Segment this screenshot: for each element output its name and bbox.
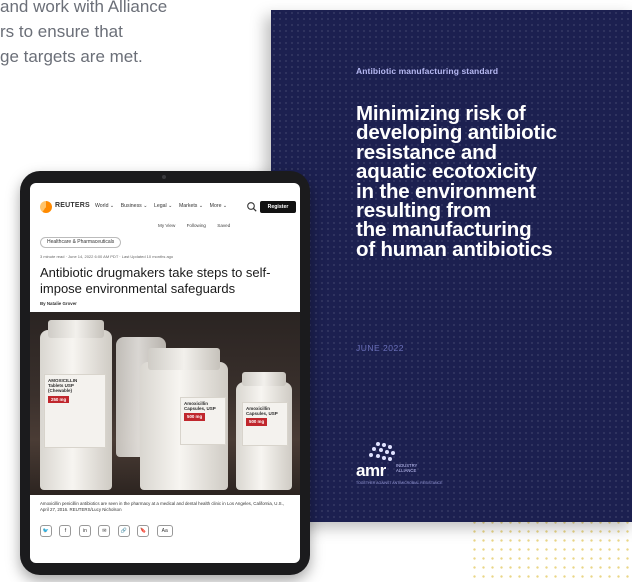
byline[interactable]: By Natalie Grover (40, 301, 77, 306)
cover-title-line: aquatic ecotoxicity (356, 160, 537, 184)
share-bar: 🐦 f in ✉ 🔗 🔖 Aa (40, 525, 176, 537)
bottle-label-center: Amoxicillin Capsules, USP 500 mg (180, 397, 226, 445)
linkedin-icon[interactable]: in (78, 525, 91, 537)
intro-line: and work with Alliance (0, 0, 168, 16)
cover-title: Minimizing risk of developing antibiotic… (356, 103, 626, 261)
text-size-icon[interactable]: Aa (156, 525, 173, 537)
logo-tagline: TOGETHER AGAINST ANTIMICROBIAL RESISTANC… (356, 481, 443, 485)
nav-item-more[interactable]: More ⌄ (210, 203, 228, 209)
cover-title-line: developing antibiotic (356, 121, 557, 145)
intro-line: ge targets are met. (0, 47, 143, 66)
link-icon[interactable]: 🔗 (117, 525, 130, 537)
reuters-logo-icon[interactable] (40, 201, 52, 213)
article-screen: REUTERS World ⌄ Business ⌄ Legal ⌄ Marke… (30, 183, 300, 563)
label-line: Capsules, USP (246, 411, 278, 417)
register-button[interactable]: Register (260, 201, 296, 213)
search-icon[interactable] (246, 201, 258, 213)
label-line: Capsules, USP (184, 406, 216, 412)
bottle-cap (242, 372, 286, 386)
label-line: (Chewable) (48, 388, 73, 394)
bottle-label-left: AMOXICILLIN Tablets USP (Chewable) 250 m… (44, 374, 106, 448)
tablet-device: REUTERS World ⌄ Business ⌄ Legal ⌄ Marke… (20, 171, 310, 575)
cover-title-line: the manufacturing (356, 218, 532, 242)
logo-wordmark: amr (356, 461, 386, 480)
amr-alliance-logo: amr INDUSTRY ALLIANCE TOGETHER AGAINST A… (356, 442, 442, 485)
brand-name[interactable]: REUTERS (55, 202, 90, 209)
cover-title-line: of human antibiotics (356, 237, 553, 261)
photo-caption: Amoxicillin penicillin antibiotics are s… (40, 501, 285, 513)
intro-text: and work with Alliance rs to ensure that… (0, 0, 270, 69)
report-cover[interactable]: Antibiotic manufacturing standard Minimi… (271, 10, 632, 522)
label-line: 500 mg (246, 418, 268, 426)
logo-dots-icon (368, 442, 398, 462)
facebook-icon[interactable]: f (59, 525, 72, 537)
label-line: 250 mg (48, 395, 70, 403)
bottle-label-right: Amoxicillin Capsules, USP 500 mg (242, 402, 288, 446)
cover-kicker: Antibiotic manufacturing standard (356, 66, 499, 76)
nav-item-markets[interactable]: Markets ⌄ (179, 203, 203, 209)
cover-date: JUNE 2022 (356, 343, 404, 353)
nav-item-legal[interactable]: Legal ⌄ (154, 203, 172, 209)
bookmark-icon[interactable]: 🔖 (137, 525, 150, 537)
twitter-icon[interactable]: 🐦 (40, 525, 52, 537)
label-line: 500 mg (184, 413, 206, 421)
article-meta: 3 minute read · June 14, 2022 6:00 AM PD… (40, 254, 174, 259)
user-nav: My View Following Saved (158, 223, 240, 228)
main-nav: World ⌄ Business ⌄ Legal ⌄ Markets ⌄ Mor… (95, 203, 232, 209)
bottle-cap (148, 348, 220, 370)
following-link[interactable]: Following (187, 223, 206, 228)
saved-link[interactable]: Saved (217, 223, 230, 228)
nav-item-world[interactable]: World ⌄ (95, 203, 114, 209)
my-view-link[interactable]: My View (158, 223, 175, 228)
bottle-cap (48, 320, 104, 338)
category-tag[interactable]: Healthcare & Pharmaceuticals (40, 237, 122, 248)
site-header: REUTERS World ⌄ Business ⌄ Legal ⌄ Marke… (30, 199, 300, 217)
email-icon[interactable]: ✉ (98, 525, 111, 537)
article-headline: Antibiotic drugmakers take steps to self… (40, 265, 271, 296)
intro-line: rs to ensure that (0, 22, 123, 41)
logo-subtext: INDUSTRY ALLIANCE (396, 463, 418, 473)
article-photo: AMOXICILLIN Tablets USP (Chewable) 250 m… (30, 312, 300, 495)
camera-icon (162, 175, 166, 179)
nav-item-business[interactable]: Business ⌄ (121, 203, 148, 209)
